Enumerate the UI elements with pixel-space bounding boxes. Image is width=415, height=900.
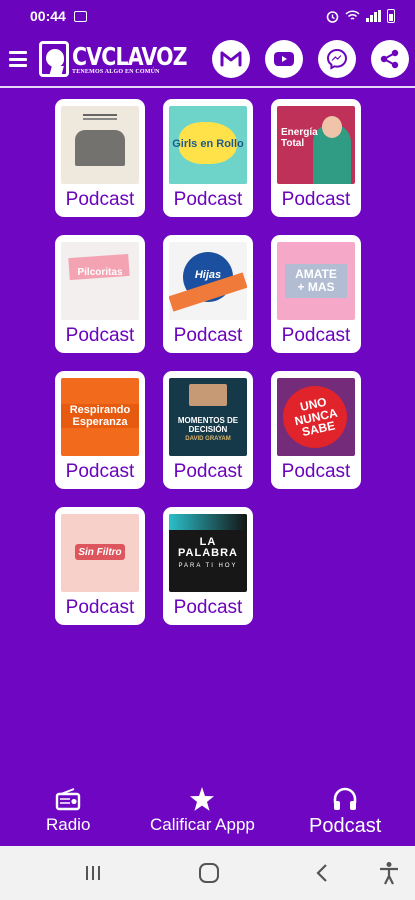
accessibility-icon: [380, 862, 398, 885]
nav-rate-app-label: Calificar Appp: [150, 815, 255, 834]
back-button[interactable]: [315, 863, 329, 883]
podcast-label: Podcast: [65, 597, 135, 618]
podcast-card[interactable]: Girls en Rollo Podcast: [163, 99, 253, 217]
podcast-label: Podcast: [281, 325, 351, 346]
share-icon: [380, 49, 399, 69]
podcast-cover: Respirando Esperanza: [61, 378, 139, 456]
podcast-card[interactable]: MOMENTOS DE DECISIÓN DAVID GRAYAM Podcas…: [163, 371, 253, 489]
home-button[interactable]: [198, 862, 220, 884]
podcast-cover: Sin Filtro: [61, 514, 139, 592]
podcast-cover: UNO NUNCA SABE: [277, 378, 355, 456]
status-bar: 00:44: [0, 0, 415, 32]
radio-icon: [56, 788, 81, 811]
headphones-icon: [333, 787, 357, 810]
podcast-card[interactable]: UNO NUNCA SABE Podcast: [271, 371, 361, 489]
messenger-icon: [326, 48, 348, 70]
podcast-card[interactable]: Respirando Esperanza Podcast: [55, 371, 145, 489]
podcast-cover: Pilcoritas: [61, 242, 139, 320]
podcast-cover: MOMENTOS DE DECISIÓN DAVID GRAYAM: [169, 378, 247, 456]
podcast-card[interactable]: AMATE + MAS Podcast: [271, 235, 361, 353]
recent-apps-icon: [86, 866, 100, 880]
back-icon: [316, 864, 327, 882]
nav-radio[interactable]: Radio: [46, 786, 90, 835]
nav-rate-app[interactable]: Calificar Appp: [150, 786, 255, 835]
nav-radio-label: Radio: [46, 815, 91, 834]
alarm-icon: [326, 10, 339, 23]
share-button[interactable]: [371, 40, 409, 78]
status-time: 00:44: [30, 8, 66, 24]
podcast-label: Podcast: [281, 189, 351, 210]
podcast-card[interactable]: Hijas Podcast: [163, 235, 253, 353]
accessibility-button[interactable]: [378, 861, 400, 885]
recent-apps-button[interactable]: [84, 864, 102, 882]
podcast-label: Podcast: [65, 461, 135, 482]
podcast-label: Podcast: [65, 189, 135, 210]
podcast-card[interactable]: Pilcoritas Podcast: [55, 235, 145, 353]
battery-icon: [387, 9, 395, 23]
system-nav-bar: [0, 846, 415, 900]
podcast-label: Podcast: [173, 325, 243, 346]
bottom-nav: Radio Calificar Appp Podcast: [0, 786, 415, 846]
app-bar: CVCLAVOZ TENEMOS ALGO EN COMÚN: [0, 32, 415, 88]
nav-podcast-label: Podcast: [309, 815, 382, 837]
youtube-button[interactable]: [265, 40, 303, 78]
podcast-label: Podcast: [173, 189, 243, 210]
gmail-icon: [220, 51, 242, 67]
podcast-card[interactable]: LA PALABRA PARA TI HOY Podcast: [163, 507, 253, 625]
podcast-cover: [61, 106, 139, 184]
podcast-label: Podcast: [173, 461, 243, 482]
youtube-icon: [274, 52, 294, 66]
gmail-button[interactable]: [212, 40, 250, 78]
podcast-cover: LA PALABRA PARA TI HOY: [169, 514, 247, 592]
home-icon: [199, 863, 219, 883]
star-icon: [190, 787, 215, 811]
podcast-cover: AMATE + MAS: [277, 242, 355, 320]
messenger-button[interactable]: [318, 40, 356, 78]
podcast-card[interactable]: Sin Filtro Podcast: [55, 507, 145, 625]
nav-podcast[interactable]: Podcast: [309, 786, 381, 838]
gallery-icon: [73, 10, 87, 22]
wifi-icon: [345, 10, 360, 20]
podcast-cover: Girls en Rollo: [169, 106, 247, 184]
menu-icon[interactable]: [9, 51, 27, 67]
podcast-label: Podcast: [65, 325, 135, 346]
brand-name: CVCLAVOZ: [72, 41, 188, 71]
podcast-cover: Energía Total: [277, 106, 355, 184]
podcast-label: Podcast: [173, 597, 243, 618]
brand-logo: CVCLAVOZ TENEMOS ALGO EN COMÚN: [39, 41, 212, 77]
podcast-cover: Hijas: [169, 242, 247, 320]
logo-mark-icon: [39, 41, 69, 77]
podcast-card[interactable]: Energía Total Podcast: [271, 99, 361, 217]
signal-icon: [366, 10, 381, 22]
podcast-card[interactable]: Podcast: [55, 99, 145, 217]
podcast-grid: Podcast Girls en Rollo Podcast Energía T…: [55, 99, 361, 625]
podcast-label: Podcast: [281, 461, 351, 482]
